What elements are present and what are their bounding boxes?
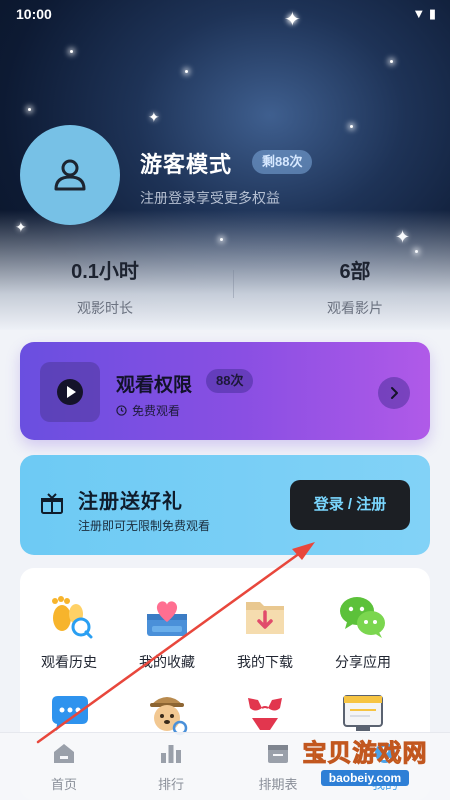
- home-icon: [54, 744, 74, 763]
- chevron-right-icon: [391, 387, 398, 399]
- menu-label: 我的下载: [237, 654, 293, 670]
- watermark-url: baobeiy.com: [320, 770, 410, 786]
- gift-icon: [41, 493, 63, 514]
- status-bar: 10:00 ▼ ▮: [0, 0, 450, 30]
- nav-ranking[interactable]: 排行: [136, 741, 206, 793]
- clock-icon: [116, 405, 127, 416]
- watch-permission-card[interactable]: 观看权限 88次 免费观看: [20, 342, 430, 440]
- star-decoration: [28, 108, 31, 111]
- avatar[interactable]: [20, 125, 120, 225]
- stat-watch-time: 0.1小时 观影时长: [35, 255, 175, 318]
- status-time: 10:00: [16, 6, 52, 22]
- stat-movies-watched: 6部 观看影片: [285, 255, 425, 318]
- watch-count-badge: 88次: [206, 369, 254, 393]
- menu-item-watch-history[interactable]: 观看历史: [20, 590, 118, 672]
- menu-item-favorites[interactable]: 我的收藏: [118, 590, 216, 672]
- schedule-icon: [268, 745, 288, 763]
- watermark-title: 宝贝游戏网: [302, 740, 428, 768]
- register-gift-card: 注册送好礼 注册即可无限制免费观看 登录 / 注册: [20, 455, 430, 555]
- watermark-logo: 宝贝游戏网 baobeiy.com: [290, 733, 440, 787]
- stat-value: 0.1小时: [71, 261, 139, 283]
- login-register-button[interactable]: 登录 / 注册: [290, 480, 410, 530]
- stat-label: 观看影片: [327, 300, 383, 316]
- menu-label: 分享应用: [335, 654, 391, 670]
- download-folder-icon: [238, 590, 292, 644]
- ranking-icon: [161, 745, 181, 763]
- menu-label: 观看历史: [41, 654, 97, 670]
- star-decoration: [350, 125, 353, 128]
- user-mode-title: 游客模式: [140, 152, 233, 177]
- nav-label: 首页: [50, 777, 77, 792]
- register-card-subtitle: 注册即可无限制免费观看: [78, 519, 211, 533]
- stat-divider: [233, 270, 234, 298]
- star-decoration: [70, 50, 73, 53]
- menu-item-share-app[interactable]: 分享应用: [314, 590, 412, 672]
- remaining-count-badge: 剩88次: [252, 150, 313, 174]
- star-decoration: [185, 70, 188, 73]
- watch-card-title: 观看权限: [116, 375, 193, 396]
- play-icon: [57, 379, 83, 405]
- watch-card-subtitle-text: 免费观看: [132, 404, 181, 418]
- status-indicators: ▼ ▮: [412, 6, 436, 21]
- sparkle-decoration: ✦: [148, 109, 160, 125]
- nav-home[interactable]: 首页: [29, 741, 99, 793]
- play-icon-box: [40, 362, 100, 422]
- user-icon: [54, 159, 86, 191]
- star-decoration: [390, 60, 393, 63]
- footprints-icon: [42, 590, 96, 644]
- wechat-icon: [336, 590, 390, 644]
- nav-label: 排行: [157, 777, 184, 792]
- watch-card-subtitle: 免费观看: [116, 402, 180, 419]
- user-subtitle: 注册登录享受更多权益: [140, 190, 280, 206]
- menu-label: 我的收藏: [139, 654, 195, 670]
- register-card-title: 注册送好礼: [78, 491, 183, 513]
- watch-card-arrow-button[interactable]: [378, 377, 410, 409]
- stat-value: 6部: [339, 261, 371, 283]
- heart-box-icon: [140, 590, 194, 644]
- menu-item-downloads[interactable]: 我的下载: [216, 590, 314, 672]
- stat-label: 观影时长: [77, 300, 133, 316]
